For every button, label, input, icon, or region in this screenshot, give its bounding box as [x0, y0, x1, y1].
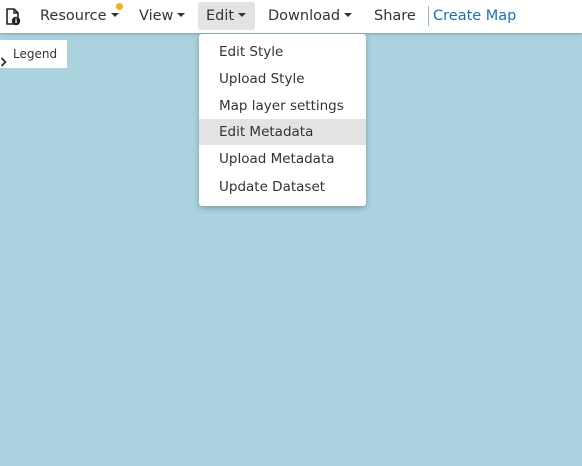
menu-item-label: Map layer settings [219, 98, 344, 114]
menu-item-label: Update Dataset [219, 179, 326, 195]
menu-share[interactable]: Share [374, 2, 416, 30]
document-info-icon[interactable] [5, 8, 21, 26]
menu-item-edit-style[interactable]: Edit Style [199, 39, 366, 65]
menu-view[interactable]: View [139, 2, 186, 30]
menu-download-label: Download [268, 8, 341, 24]
notification-dot [116, 3, 123, 10]
chevron-down-icon [238, 13, 247, 17]
map-page: Resource View Edit Download Share Create… [0, 0, 582, 466]
menu-item-map-layer-settings[interactable]: Map layer settings [199, 93, 366, 119]
chevron-down-icon [344, 13, 353, 17]
menu-item-edit-metadata[interactable]: Edit Metadata [199, 119, 366, 145]
chevron-right-icon [0, 49, 9, 67]
top-toolbar: Resource View Edit Download Share Create… [0, 0, 582, 33]
menu-resource[interactable]: Resource [40, 2, 119, 30]
edit-dropdown-menu: Edit Style Upload Style Map layer settin… [199, 34, 366, 206]
legend-toggle-button[interactable]: Legend [0, 40, 67, 68]
menu-item-upload-metadata[interactable]: Upload Metadata [199, 146, 366, 172]
menu-item-label: Upload Metadata [219, 151, 335, 167]
menu-item-upload-style[interactable]: Upload Style [199, 66, 366, 92]
menu-item-label: Edit Style [219, 44, 284, 60]
menu-item-label: Edit Metadata [219, 124, 314, 140]
menu-share-label: Share [374, 8, 416, 24]
menu-view-label: View [139, 8, 174, 24]
toolbar-divider [428, 6, 429, 26]
menu-item-label: Upload Style [219, 71, 305, 87]
create-map-link[interactable]: Create Map [433, 2, 516, 30]
legend-label: Legend [13, 47, 58, 61]
menu-edit[interactable]: Edit [198, 2, 255, 30]
menu-resource-label: Resource [40, 8, 107, 24]
menu-item-update-dataset[interactable]: Update Dataset [199, 174, 366, 200]
chevron-down-icon [177, 13, 186, 17]
menu-download[interactable]: Download [268, 2, 353, 30]
chevron-down-icon [110, 13, 119, 17]
menu-edit-label: Edit [206, 8, 235, 24]
create-map-label: Create Map [433, 8, 517, 24]
